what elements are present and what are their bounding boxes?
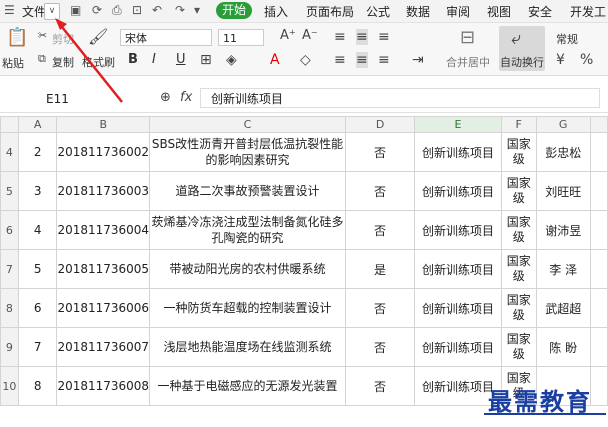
watermark-underline [484, 413, 606, 415]
annotation-arrow [55, 18, 123, 103]
watermark-logo: 最需教育 [488, 387, 592, 416]
